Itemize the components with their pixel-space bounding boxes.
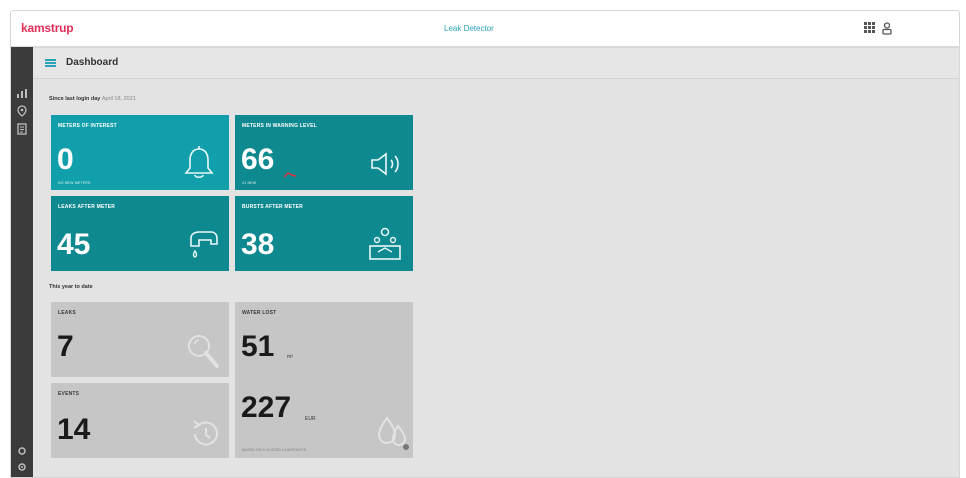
bursts-after-meter-tile[interactable]: Bursts after meter 38 <box>235 196 413 271</box>
tile-subtext: NO NEW METERS <box>58 181 91 185</box>
analytics-icon[interactable] <box>16 87 28 99</box>
tile-label: Meters in warning level <box>242 123 317 129</box>
apps-grid-icon[interactable] <box>864 22 875 33</box>
tile-value: 38 <box>241 228 275 261</box>
hamburger-icon[interactable] <box>45 59 56 67</box>
trend-indicator <box>283 165 297 183</box>
faucet-drip-icon <box>187 226 221 262</box>
ytd-leaks-tile[interactable]: Leaks 7 <box>51 302 229 377</box>
tile-label: Bursts after meter <box>242 204 303 210</box>
speaker-icon <box>369 151 405 177</box>
app-window: kamstrup Leak Detector Dashboard Since l… <box>10 10 960 478</box>
meters-of-interest-tile[interactable]: Meters of interest 0 NO NEW METERS <box>51 115 229 190</box>
tile-value: 7 <box>57 330 74 363</box>
user-icon[interactable] <box>881 22 893 35</box>
magnifier-icon <box>185 332 221 372</box>
tile-value: 66 <box>241 143 275 176</box>
logout-icon[interactable] <box>16 461 28 473</box>
brand-logo[interactable]: kamstrup <box>21 21 74 35</box>
tile-subtext: 41 NEW <box>242 181 257 185</box>
water-lost-volume-unit: m³ <box>287 354 293 360</box>
report-icon[interactable] <box>16 123 28 135</box>
since-label: Since last login day <box>49 96 101 102</box>
tile-value: 14 <box>57 413 91 446</box>
tile-label: Meters of interest <box>58 123 117 129</box>
top-bar: kamstrup Leak Detector <box>11 11 959 47</box>
tile-label: Events <box>58 391 80 397</box>
map-pin-icon[interactable] <box>16 105 28 117</box>
water-lost-cost-unit: EUR <box>305 416 316 422</box>
year-to-date-label: This year to date <box>49 284 93 290</box>
ytd-water-lost-tile[interactable]: Water lost 51 m³ 227 EUR BASED ON 9 GUID… <box>235 302 413 458</box>
since-date: April 18, 2021 <box>101 96 136 102</box>
tile-label: Water lost <box>242 310 277 316</box>
since-last-login: Since last login day April 18, 2021 <box>49 96 136 102</box>
page-header: Dashboard <box>33 48 959 79</box>
history-icon <box>189 417 223 451</box>
page-title: Dashboard <box>66 57 119 68</box>
water-lost-cost: 227 <box>241 391 292 424</box>
tile-value: 45 <box>57 228 91 261</box>
burst-pipe-icon <box>367 226 403 264</box>
meters-in-warning-tile[interactable]: Meters in warning level 66 41 NEW <box>235 115 413 190</box>
tile-label: Leaks <box>58 310 76 316</box>
water-lost-note: BASED ON 9 GUIDED LEAKPOINTS <box>242 448 307 452</box>
tile-value: 0 <box>57 143 74 176</box>
app-title: Leak Detector <box>444 24 494 33</box>
tile-label: Leaks after meter <box>58 204 116 210</box>
water-lost-volume: 51 <box>241 330 275 363</box>
water-drops-icon <box>373 414 411 454</box>
sidebar <box>11 47 33 477</box>
bell-icon <box>183 145 215 181</box>
settings-icon[interactable] <box>16 445 28 457</box>
leaks-after-meter-tile[interactable]: Leaks after meter 45 <box>51 196 229 271</box>
ytd-events-tile[interactable]: Events 14 <box>51 383 229 458</box>
top-bar-actions <box>864 22 893 35</box>
